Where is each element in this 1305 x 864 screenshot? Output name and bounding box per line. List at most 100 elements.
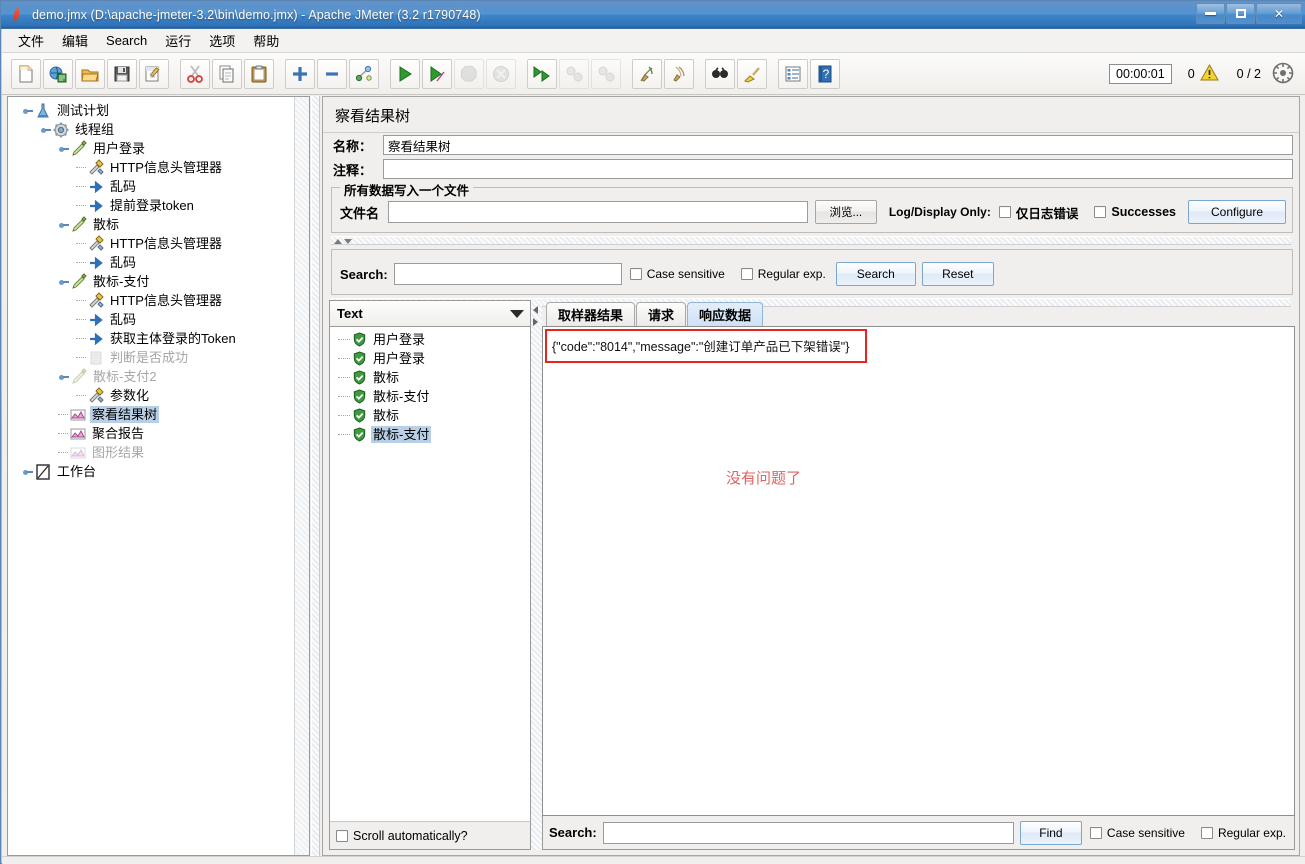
menu-edit[interactable]: 编辑 — [53, 28, 97, 53]
tree-node[interactable]: 线程组 — [14, 120, 309, 139]
templates-icon[interactable] — [43, 58, 73, 89]
clear-all-icon[interactable] — [664, 58, 694, 89]
tree-node[interactable]: 工作台 — [14, 462, 309, 481]
tree-expand-handle-icon[interactable] — [22, 466, 33, 477]
list-item[interactable]: 散标-支付 — [330, 425, 530, 444]
list-item[interactable]: 用户登录 — [330, 330, 530, 349]
successes-checkbox[interactable]: Successes — [1094, 205, 1176, 219]
tree-node[interactable]: 用户登录 — [14, 139, 309, 158]
tree-expand-handle-icon[interactable] — [58, 276, 69, 287]
open-icon[interactable] — [75, 58, 105, 89]
menu-help[interactable]: 帮助 — [244, 28, 288, 53]
tree-node[interactable]: 图形结果 — [14, 443, 309, 462]
menu-file[interactable]: 文件 — [9, 28, 53, 53]
tree-vertical-scrollbar[interactable] — [294, 97, 309, 855]
list-item[interactable]: 散标-支付 — [330, 387, 530, 406]
successes-box[interactable] — [1094, 206, 1107, 218]
splitter-grip[interactable] — [313, 466, 319, 488]
tree-node[interactable]: 测试计划 — [14, 101, 309, 120]
scroll-automatically-box[interactable] — [336, 829, 348, 842]
search-button[interactable]: Search — [835, 262, 916, 286]
tree-node[interactable]: 获取主体登录的Token — [14, 329, 309, 348]
clear-icon[interactable] — [632, 58, 662, 89]
scroll-automatically-checkbox[interactable]: Scroll automatically? — [336, 829, 468, 843]
errors-only-checkbox[interactable]: 仅日志错误 — [998, 203, 1078, 222]
minimize-button[interactable] — [1196, 3, 1225, 24]
chevron-down-icon[interactable] — [510, 310, 524, 318]
tree-node[interactable]: 乱码 — [14, 310, 309, 329]
tab-sampler-result[interactable]: 取样器结果 — [546, 302, 636, 326]
list-item[interactable]: 散标 — [330, 368, 530, 387]
tree-node[interactable]: 察看结果树 — [14, 405, 309, 424]
response-data-view[interactable]: {"code":"8014","message":"创建订单产品已下架错误"} … — [542, 326, 1295, 816]
tab-request[interactable]: 请求 — [636, 302, 687, 326]
tree-node[interactable]: 散标-支付2 — [14, 367, 309, 386]
tree-expand-handle-icon[interactable] — [58, 371, 69, 382]
browse-button[interactable]: 浏览... — [814, 200, 877, 224]
main-vertical-splitter[interactable] — [311, 96, 320, 856]
errors-only-box[interactable] — [998, 206, 1011, 218]
comment-input[interactable] — [383, 159, 1293, 179]
tree-node[interactable]: 乱码 — [14, 253, 309, 272]
toggle-icon[interactable] — [349, 58, 379, 89]
menu-search[interactable]: Search — [97, 30, 156, 51]
save-as-icon[interactable] — [139, 58, 169, 89]
search-case-sensitive-checkbox[interactable]: Case sensitive — [629, 267, 725, 281]
close-button[interactable]: ✕ — [1256, 3, 1302, 24]
collapse-all-icon[interactable] — [317, 58, 347, 89]
tree-node[interactable]: 参数化 — [14, 386, 309, 405]
search-regex-box[interactable] — [740, 268, 753, 280]
reset-button[interactable]: Reset — [921, 262, 994, 286]
find-regex-box[interactable] — [1200, 826, 1213, 839]
search-input[interactable] — [393, 263, 622, 285]
render-selector-combo[interactable]: Text — [330, 301, 530, 327]
collapse-right-icon[interactable] — [533, 318, 538, 326]
remote-engines-icon[interactable] — [1271, 61, 1295, 88]
configure-button[interactable]: Configure — [1188, 200, 1286, 224]
search-case-sensitive-box[interactable] — [629, 268, 642, 280]
search-reset-icon[interactable] — [737, 58, 767, 89]
find-case-sensitive-box[interactable] — [1089, 826, 1102, 839]
tree-node[interactable]: 判断是否成功 — [14, 348, 309, 367]
find-regex-checkbox[interactable]: Regular exp. — [1200, 826, 1286, 840]
collapse-left-icon[interactable] — [533, 306, 538, 314]
tree-expand-handle-icon[interactable] — [58, 143, 69, 154]
tree-expand-handle-icon[interactable] — [22, 105, 33, 116]
upper-mini-splitter[interactable] — [331, 236, 1291, 245]
tree-expand-handle-icon[interactable] — [58, 219, 69, 230]
splitter-arrows[interactable] — [334, 237, 352, 244]
function-helper-icon[interactable] — [778, 58, 808, 89]
paste-icon[interactable] — [244, 58, 274, 89]
find-button[interactable]: Find — [1019, 820, 1082, 845]
tree-node[interactable]: 散标 — [14, 215, 309, 234]
find-input[interactable] — [602, 821, 1014, 844]
help-icon[interactable]: ? — [810, 58, 840, 89]
search-regex-checkbox[interactable]: Regular exp. — [740, 267, 826, 281]
tree-node[interactable]: HTTP信息头管理器 — [14, 234, 309, 253]
tree-node[interactable]: HTTP信息头管理器 — [14, 158, 309, 177]
tab-response-data[interactable]: 响应数据 — [687, 302, 764, 326]
menu-options[interactable]: 选项 — [200, 28, 244, 53]
save-icon[interactable] — [107, 58, 137, 89]
start-remote-all-icon[interactable] — [527, 58, 557, 89]
start-no-pause-icon[interactable] — [422, 58, 452, 89]
name-input[interactable] — [383, 135, 1293, 155]
maximize-button[interactable] — [1226, 3, 1255, 24]
filename-input[interactable] — [388, 201, 808, 223]
cut-icon[interactable] — [180, 58, 210, 89]
expand-all-icon[interactable] — [285, 58, 315, 89]
find-case-sensitive-checkbox[interactable]: Case sensitive — [1089, 826, 1185, 840]
warning-triangle-icon[interactable] — [1199, 63, 1219, 84]
new-icon[interactable] — [11, 58, 41, 89]
search-icon[interactable] — [705, 58, 735, 89]
tree-node[interactable]: 散标-支付 — [14, 272, 309, 291]
tree-expand-handle-icon[interactable] — [40, 124, 51, 135]
tree-node[interactable]: 提前登录token — [14, 196, 309, 215]
results-inner-splitter[interactable] — [531, 300, 542, 850]
tree-node[interactable]: 乱码 — [14, 177, 309, 196]
start-icon[interactable] — [390, 58, 420, 89]
list-item[interactable]: 用户登录 — [330, 349, 530, 368]
tree-node[interactable]: HTTP信息头管理器 — [14, 291, 309, 310]
list-item[interactable]: 散标 — [330, 406, 530, 425]
tree-node[interactable]: 聚合报告 — [14, 424, 309, 443]
